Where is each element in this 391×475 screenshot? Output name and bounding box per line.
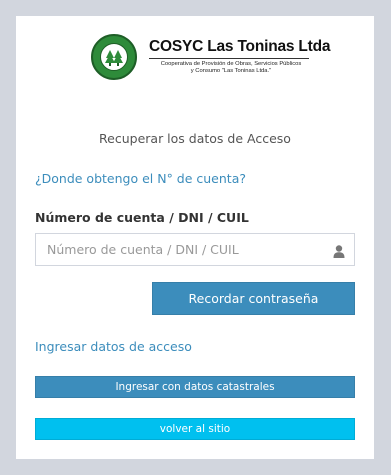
account-input[interactable] xyxy=(36,234,322,265)
back-to-site-button[interactable]: volver al sitio xyxy=(35,418,355,440)
logo-subtitle-line1: Cooperativa de Provisión de Obras, Servi… xyxy=(160,61,302,67)
account-help-link[interactable]: ¿Donde obtengo el N° de cuenta? xyxy=(35,171,246,186)
logo-subtitle: Cooperativa de Provisión de Obras, Servi… xyxy=(151,61,311,75)
catastral-login-button[interactable]: Ingresar con datos catastrales xyxy=(35,376,355,398)
login-box: COSYC Las Toninas Ltda Cooperativa de Pr… xyxy=(16,16,374,459)
logo-name: COSYC Las Toninas Ltda xyxy=(149,38,331,55)
login-link[interactable]: Ingresar datos de acceso xyxy=(35,339,192,354)
page-subtitle: Recuperar los datos de Acceso xyxy=(99,131,291,146)
account-input-group xyxy=(35,233,355,266)
cosyc-logo-icon xyxy=(91,34,137,80)
logo-divider xyxy=(149,58,309,59)
user-icon xyxy=(333,243,345,262)
remember-password-button[interactable]: Recordar contraseña xyxy=(152,282,355,315)
account-field-label: Número de cuenta / DNI / CUIL xyxy=(35,210,249,225)
logo-subtitle-line2: y Consumo "Las Toninas Ltda." xyxy=(190,68,272,74)
company-logo: COSYC Las Toninas Ltda Cooperativa de Pr… xyxy=(91,34,331,84)
